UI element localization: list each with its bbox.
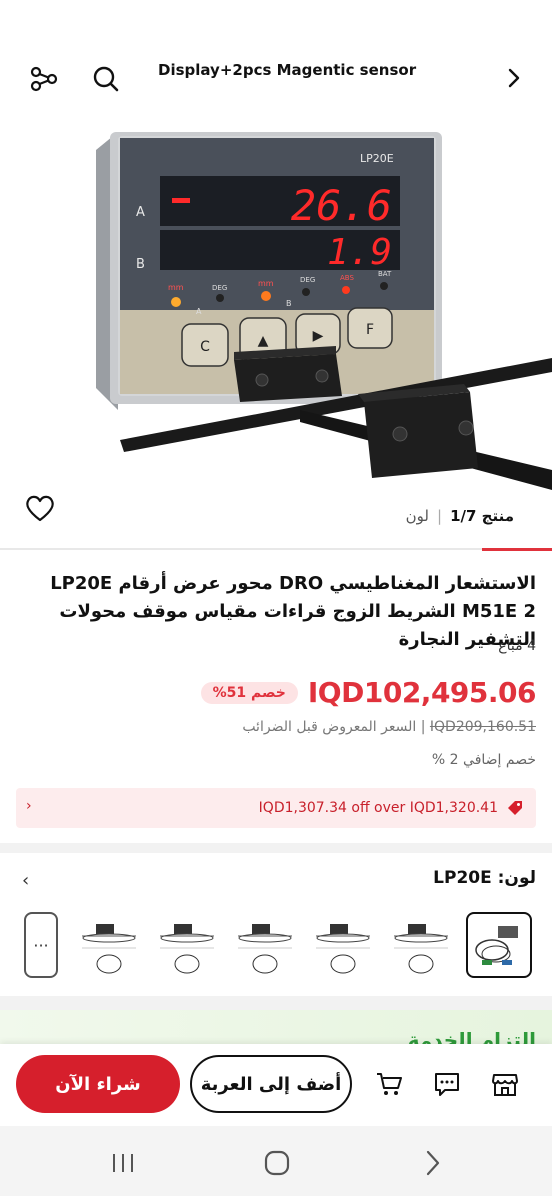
tax-note: السعر المعروض قبل الضرائب — [242, 719, 417, 735]
back-icon[interactable] — [418, 1148, 448, 1178]
more-options-button[interactable]: ··· — [24, 912, 58, 978]
device-button-label: C — [200, 339, 210, 355]
top-bar: Display+2pcs Magentic sensor — [0, 0, 552, 120]
section-separator — [0, 996, 552, 1010]
color-tab[interactable]: لون — [406, 507, 429, 525]
active-indicator — [482, 548, 552, 551]
discount-badge: خصم 51% — [200, 681, 298, 704]
color-thumbnail[interactable] — [310, 912, 376, 978]
row-b-label: B — [136, 257, 145, 272]
page-title: Display+2pcs Magentic sensor — [158, 61, 417, 79]
product-title: الاستشعار المغناطيسي DRO محور عرض أرقام … — [50, 573, 536, 650]
indicator-label: DEG — [212, 284, 227, 292]
device-button-label: ▶ — [313, 328, 324, 344]
chevron-right-icon[interactable] — [496, 60, 532, 96]
device-button-label: ▲ — [258, 333, 269, 349]
indicator-label: mm — [258, 279, 274, 288]
buy-now-button[interactable]: شراء الآن — [16, 1055, 180, 1113]
divider — [0, 548, 552, 550]
chevron-left-icon[interactable]: ‹ — [22, 870, 29, 891]
system-navigation-bar — [0, 1126, 552, 1196]
price: IQD102,495.06 — [307, 676, 537, 709]
coupon-banner[interactable]: IQD1,307.34 off over IQD1,320.41 ‹ — [16, 788, 536, 828]
extra-discount: خصم إضافي 2 % — [431, 752, 536, 768]
share-icon[interactable] — [26, 61, 62, 97]
reading-b: 1.9 — [327, 232, 392, 273]
price-row: IQD102,495.06 خصم 51% — [200, 676, 537, 709]
chat-icon[interactable] — [432, 1069, 462, 1099]
color-thumbnail-selected[interactable] — [466, 912, 532, 978]
product-counter[interactable]: منتج 1/7 — [450, 507, 514, 525]
bottom-action-bar: شراء الآن أضف إلى العربة — [0, 1044, 552, 1126]
search-icon[interactable] — [88, 61, 124, 97]
color-thumbnail[interactable] — [232, 912, 298, 978]
original-price-row: IQD209,160.51 | السعر المعروض قبل الضرائ… — [242, 719, 536, 735]
color-thumbnail[interactable] — [388, 912, 454, 978]
service-title: التزام الخدمة — [407, 1028, 536, 1044]
color-selector-header[interactable]: لون: LP20E ‹ — [16, 868, 536, 896]
indicator-label: ABS — [340, 274, 354, 282]
chevron-left-icon[interactable]: ‹ — [26, 798, 32, 814]
image-counter: منتج 1/7 | لون — [406, 507, 514, 525]
home-icon[interactable] — [262, 1148, 292, 1178]
recent-apps-icon[interactable] — [108, 1148, 138, 1178]
sold-count: 4 مُباع — [498, 638, 536, 654]
service-commitment-banner[interactable]: التزام الخدمة — [0, 1010, 552, 1044]
color-label: لون: LP20E — [433, 868, 536, 888]
group-b-label: B — [286, 299, 292, 308]
heart-icon[interactable] — [24, 493, 56, 523]
color-thumbnail[interactable] — [76, 912, 142, 978]
product-image[interactable]: LP20E A B 26.6 1.9 mm DEG mm DEG ABS BAT… — [0, 110, 552, 490]
tag-icon — [506, 799, 524, 817]
original-price: IQD209,160.51 — [429, 719, 536, 735]
device-button-label: F — [366, 322, 374, 338]
add-to-cart-button[interactable]: أضف إلى العربة — [190, 1055, 352, 1113]
group-a-label: A — [196, 307, 202, 316]
coupon-text: IQD1,307.34 off over IQD1,320.41 — [258, 800, 498, 816]
original-separator: | — [420, 719, 426, 735]
counter-separator: | — [437, 507, 443, 525]
device-model-label: LP20E — [360, 152, 394, 165]
reading-a: 26.6 — [291, 181, 392, 230]
store-icon[interactable] — [490, 1069, 520, 1099]
cart-icon[interactable] — [374, 1069, 404, 1099]
color-thumbnails: ··· — [24, 910, 536, 980]
color-thumbnail[interactable] — [154, 912, 220, 978]
indicator-label: DEG — [300, 276, 315, 284]
row-a-label: A — [136, 205, 145, 220]
indicator-label: BAT — [378, 270, 392, 278]
indicator-label: mm — [168, 283, 184, 292]
section-separator — [0, 843, 552, 853]
